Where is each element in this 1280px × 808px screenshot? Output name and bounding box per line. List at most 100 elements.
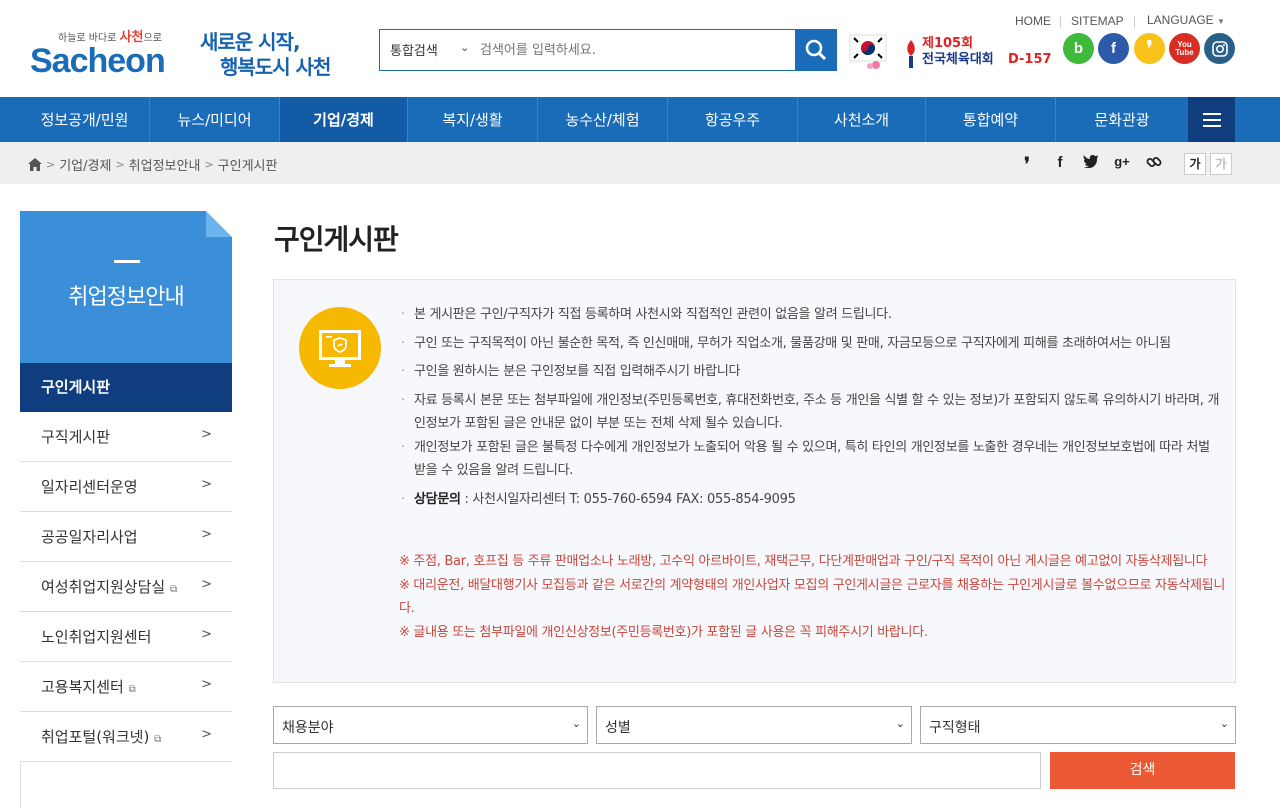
sidebar-item-women-employment[interactable]: 여성취업지원상담실 ⧉ >: [20, 562, 232, 612]
search-button[interactable]: [795, 30, 836, 70]
youtube-icon[interactable]: You Tube: [1169, 33, 1200, 64]
external-link-icon: ⧉: [169, 584, 178, 595]
sidebar-item-employment-welfare[interactable]: 고용복지센터 ⧉ >: [20, 662, 232, 712]
gnb-item-info[interactable]: 정보공개/민원: [20, 97, 150, 142]
kakaostory-share-icon[interactable]: ❜: [1017, 154, 1037, 174]
link-copy-icon[interactable]: [1144, 154, 1164, 174]
gnb-item-reservation[interactable]: 통합예약: [926, 97, 1056, 142]
gnb-item-aerospace[interactable]: 항공우주: [668, 97, 798, 142]
instagram-icon[interactable]: [1204, 33, 1235, 64]
notice-item: 구인 또는 구직목적이 아닌 불순한 목적, 즉 인신매매, 무허가 직업소개,…: [399, 332, 1225, 356]
monitor-icon: [299, 307, 381, 389]
all-menu-button[interactable]: [1188, 97, 1235, 142]
keyword-input[interactable]: [273, 752, 1041, 789]
language-selector[interactable]: LANGUAGE ▼: [1147, 13, 1225, 27]
chevron-right-icon: >: [201, 727, 212, 742]
blog-icon[interactable]: b: [1063, 33, 1094, 64]
home-icon[interactable]: [28, 158, 42, 171]
kakaostory-icon[interactable]: ❜: [1134, 33, 1165, 64]
breadcrumb-item[interactable]: 기업/경제: [59, 155, 111, 174]
chevron-right-icon: >: [201, 677, 212, 692]
search-form: 통합검색 ⌄: [379, 29, 837, 71]
notice-list: 본 게시판은 구인/구직자가 직접 등록하며 사천시와 직접적인 관련이 없음을…: [399, 303, 1225, 516]
gnb-item-culture[interactable]: 문화관광: [1056, 97, 1188, 142]
notice-item: 구인을 원하시는 분은 구인정보를 직접 입력해주시기 바랍니다: [399, 360, 1225, 384]
sidebar-title: 취업정보안내: [68, 285, 184, 310]
sidebar-item-active[interactable]: 구인게시판: [20, 363, 232, 412]
chevron-right-icon: >: [201, 627, 212, 642]
search-scope-select[interactable]: 통합검색 ⌄: [380, 30, 475, 70]
util-divider: [1134, 16, 1135, 28]
font-size-decrease-button[interactable]: 가: [1210, 153, 1232, 175]
chevron-right-icon: >: [115, 158, 125, 171]
field-select[interactable]: 채용분야 ⌄: [273, 706, 588, 744]
breadcrumb-item[interactable]: 구인게시판: [218, 155, 278, 174]
gender-select[interactable]: 성별 ⌄: [596, 706, 912, 744]
chevron-right-icon: >: [201, 427, 212, 442]
notice-item: 본 게시판은 구인/구직자가 직접 등록하며 사천시와 직접적인 관련이 없음을…: [399, 303, 1225, 327]
dday-counter: D-157: [1008, 52, 1052, 67]
warning-list: ※ 주점, Bar, 호프집 등 주류 판매업소나 노래방, 고수익 아르바이트…: [399, 550, 1225, 644]
facebook-share-icon[interactable]: f: [1050, 154, 1070, 174]
twitter-share-icon[interactable]: [1081, 154, 1101, 174]
torch-icon: [907, 40, 915, 68]
notice-contact: 상담문의 : 사천시일자리센터 T: 055-760-6594 FAX: 055…: [399, 488, 1225, 512]
logo-text: Sacheon: [30, 42, 166, 80]
search-input[interactable]: [477, 30, 795, 70]
filter-search-button[interactable]: 검색: [1050, 752, 1235, 789]
event-title: 제105회 전국체육대회: [922, 36, 994, 67]
gnb-item-welfare[interactable]: 복지/생활: [408, 97, 538, 142]
breadcrumb: > 기업/경제 > 취업정보안내 > 구인게시판: [28, 155, 277, 174]
slogan-line-2: 행복도시 사천: [220, 55, 331, 79]
sitemap-link[interactable]: SITEMAP: [1071, 14, 1124, 28]
home-link[interactable]: HOME: [1015, 14, 1051, 28]
page-title: 구인게시판: [274, 223, 399, 256]
warning-item: ※ 대리운전, 배달대행기사 모집등과 같은 서로간의 계약형태의 개인사업자 …: [399, 577, 1225, 617]
chevron-right-icon: >: [201, 527, 212, 542]
employment-type-select[interactable]: 구직형태 ⌄: [920, 706, 1236, 744]
sidebar-item-public-jobs[interactable]: 공공일자리사업 >: [20, 512, 232, 562]
notice-box: 본 게시판은 구인/구직자가 직접 등록하며 사천시와 직접적인 관련이 없음을…: [273, 279, 1236, 683]
sidebar-header: 취업정보안내: [20, 211, 232, 363]
warning-item: ※ 글내용 또는 첨부파일에 개인신상정보(주민등록번호)가 포함된 글 사용은…: [399, 624, 928, 640]
external-link-icon: ⧉: [154, 734, 162, 745]
warning-item: ※ 주점, Bar, 호프집 등 주류 판매업소나 노래방, 고수익 아르바이트…: [399, 554, 1208, 569]
chevron-right-icon: >: [201, 577, 212, 592]
chevron-down-icon: ⌄: [460, 41, 470, 54]
taegukgi-icon[interactable]: [846, 31, 892, 71]
caret-down-icon: ▼: [1217, 17, 1225, 26]
notice-item-continued: 개인정보가 포함된 글은 불특정 다수에게 개인정보가 노출되어 악용 될 수 …: [399, 436, 1225, 483]
googleplus-share-icon[interactable]: g+: [1112, 154, 1132, 174]
city-slogan: 새로운 시작, 행복도시 사천: [200, 30, 360, 80]
chevron-down-icon: ⌄: [1219, 717, 1229, 730]
chevron-right-icon: >: [201, 477, 212, 492]
chevron-down-icon: ⌄: [571, 717, 581, 730]
sidebar-item-job-center[interactable]: 일자리센터운영 >: [20, 462, 232, 512]
gnb-item-agriculture[interactable]: 농수산/체험: [538, 97, 668, 142]
main-navigation: 정보공개/민원 뉴스/미디어 기업/경제 복지/생활 농수산/체험 항공우주 사…: [0, 97, 1280, 142]
gnb-item-economy[interactable]: 기업/경제: [280, 97, 408, 142]
site-header: 하늘로 바다로 사천으로 Sacheon 새로운 시작, 행복도시 사천 통합검…: [0, 0, 1280, 97]
hamburger-icon: [1202, 112, 1221, 127]
sidebar-item-job-seeker-board[interactable]: 구직게시판 >: [20, 412, 232, 462]
gnb-item-about[interactable]: 사천소개: [798, 97, 926, 142]
notice-item: 자료 등록시 본문 또는 첨부파일에 개인정보(주민등록번호, 휴대전화번호, …: [399, 389, 1225, 436]
font-size-increase-button[interactable]: 가: [1184, 153, 1206, 175]
corner-fold: [206, 211, 232, 237]
title-dash: [114, 260, 140, 263]
search-icon: [805, 39, 826, 61]
sidebar: 취업정보안내 구인게시판 구직게시판 > 일자리센터운영 > 공공일자리사업 > 여성…: [0, 184, 233, 808]
chevron-right-icon: >: [46, 158, 56, 171]
sacheon-logo[interactable]: 하늘로 바다로 사천으로 Sacheon: [30, 26, 185, 84]
facebook-icon[interactable]: f: [1098, 33, 1129, 64]
util-divider: [1060, 16, 1061, 28]
gnb-item-news[interactable]: 뉴스/미디어: [150, 97, 280, 142]
national-sports-festival-banner[interactable]: 제105회 전국체육대회 D-157: [902, 36, 1052, 72]
chevron-down-icon: ⌄: [895, 717, 905, 730]
breadcrumb-bar: > 기업/경제 > 취업정보안내 > 구인게시판 ❜ f g+ 가 가: [0, 142, 1280, 184]
chevron-right-icon: >: [204, 158, 214, 171]
breadcrumb-item[interactable]: 취업정보안내: [129, 155, 201, 174]
sidebar-item-worknet[interactable]: 취업포털(워크넷) ⧉ >: [20, 712, 232, 762]
external-link-icon: ⧉: [128, 684, 136, 695]
sidebar-item-senior-employment[interactable]: 노인취업지원센터 >: [20, 612, 232, 662]
